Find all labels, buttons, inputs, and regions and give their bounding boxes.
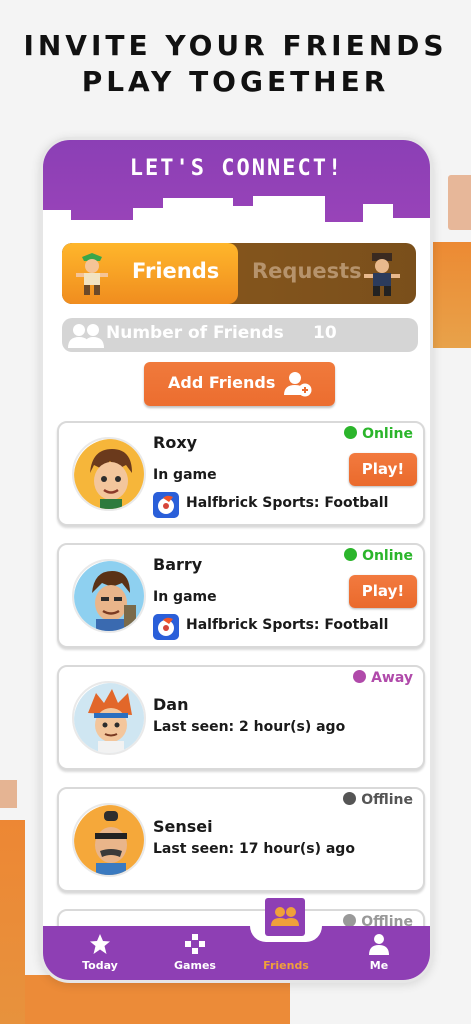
nav-label: Friends [263,959,309,972]
tab-friends-label: Friends [132,259,220,283]
decor-block [290,985,471,1024]
friends-count-value: 10 [313,323,337,343]
friends-icon [68,324,104,348]
promo-headline: INVITE YOUR FRIENDS PLAY TOGETHER [0,28,471,100]
friends-fab-button[interactable] [265,898,305,936]
friend-name: Roxy [153,433,198,452]
friend-card[interactable]: Barry Online In game Play! Halfbrick Spo… [57,543,425,648]
nav-today[interactable]: Today [65,933,135,972]
decor-block [448,175,471,230]
friends-icon [271,907,299,926]
add-friends-label: Add Friends [168,373,276,392]
last-seen-label: Last seen: 2 hour(s) ago [153,719,346,735]
person-icon [369,934,389,955]
online-dot-icon [344,426,358,439]
character-icon [364,253,400,296]
presence-label: Away [371,670,413,686]
game-icon [153,492,179,518]
friends-count-label: Number of Friends [106,323,284,343]
friend-name: Dan [153,695,189,714]
presence-label: Offline [361,792,413,808]
last-seen-label: Last seen: 17 hour(s) ago [153,841,355,857]
presence-indicator: Online [344,548,413,564]
play-button[interactable]: Play! [349,453,417,486]
game-icon [153,614,179,640]
online-dot-icon [344,548,358,561]
avatar [72,437,146,511]
friend-card[interactable]: Roxy Online In game Play! Halfbrick Spor… [57,421,425,526]
decor-block [0,780,17,808]
play-button[interactable]: Play! [349,575,417,608]
nav-me[interactable]: Me [344,933,414,972]
nav-games[interactable]: Games [160,933,230,972]
presence-indicator: Online [344,426,413,442]
tab-switcher: Friends Requests [62,243,416,304]
headline-line-1: INVITE YOUR FRIENDS [23,29,448,62]
friend-card[interactable]: Sensei Offline Last seen: 17 hour(s) ago [57,787,425,892]
away-dot-icon [353,670,367,683]
game-name: Halfbrick Sports: Football [186,495,389,511]
presence-label: Online [362,426,413,442]
presence-indicator: Away [353,670,413,686]
add-friends-button[interactable]: Add Friends [144,362,335,406]
offline-dot-icon [343,792,357,805]
tab-requests[interactable]: Requests [252,259,362,283]
friend-card[interactable]: Dan Away Last seen: 2 hour(s) ago [57,665,425,770]
nav-label: Me [369,959,389,972]
decor-block [432,242,471,348]
friend-name: Barry [153,555,203,574]
nav-label: Today [82,959,118,972]
presence-indicator: Offline [343,792,413,808]
headline-line-2: PLAY TOGETHER [81,65,390,98]
presence-label: Online [362,548,413,564]
friends-count-bar: Number of Friends 10 [62,318,418,352]
avatar [72,803,146,877]
avatar [72,681,146,755]
skyline-decoration [43,196,430,236]
activity-label: In game [153,589,217,605]
activity-label: In game [153,467,217,483]
character-icon [76,253,108,295]
app-header: LET'S CONNECT! [43,140,430,236]
app-title: LET'S CONNECT! [129,156,344,181]
add-user-icon [284,372,312,397]
game-name: Halfbrick Sports: Football [186,617,389,633]
nav-label: Games [174,959,216,972]
phone-frame: LET'S CONNECT! Friends Requests Number o… [40,137,433,983]
avatar [72,559,146,633]
nav-friends[interactable]: Friends [251,933,321,972]
decor-block [0,820,25,1024]
friend-name: Sensei [153,817,213,836]
star-icon [90,934,110,954]
gamepad-icon [185,934,205,954]
